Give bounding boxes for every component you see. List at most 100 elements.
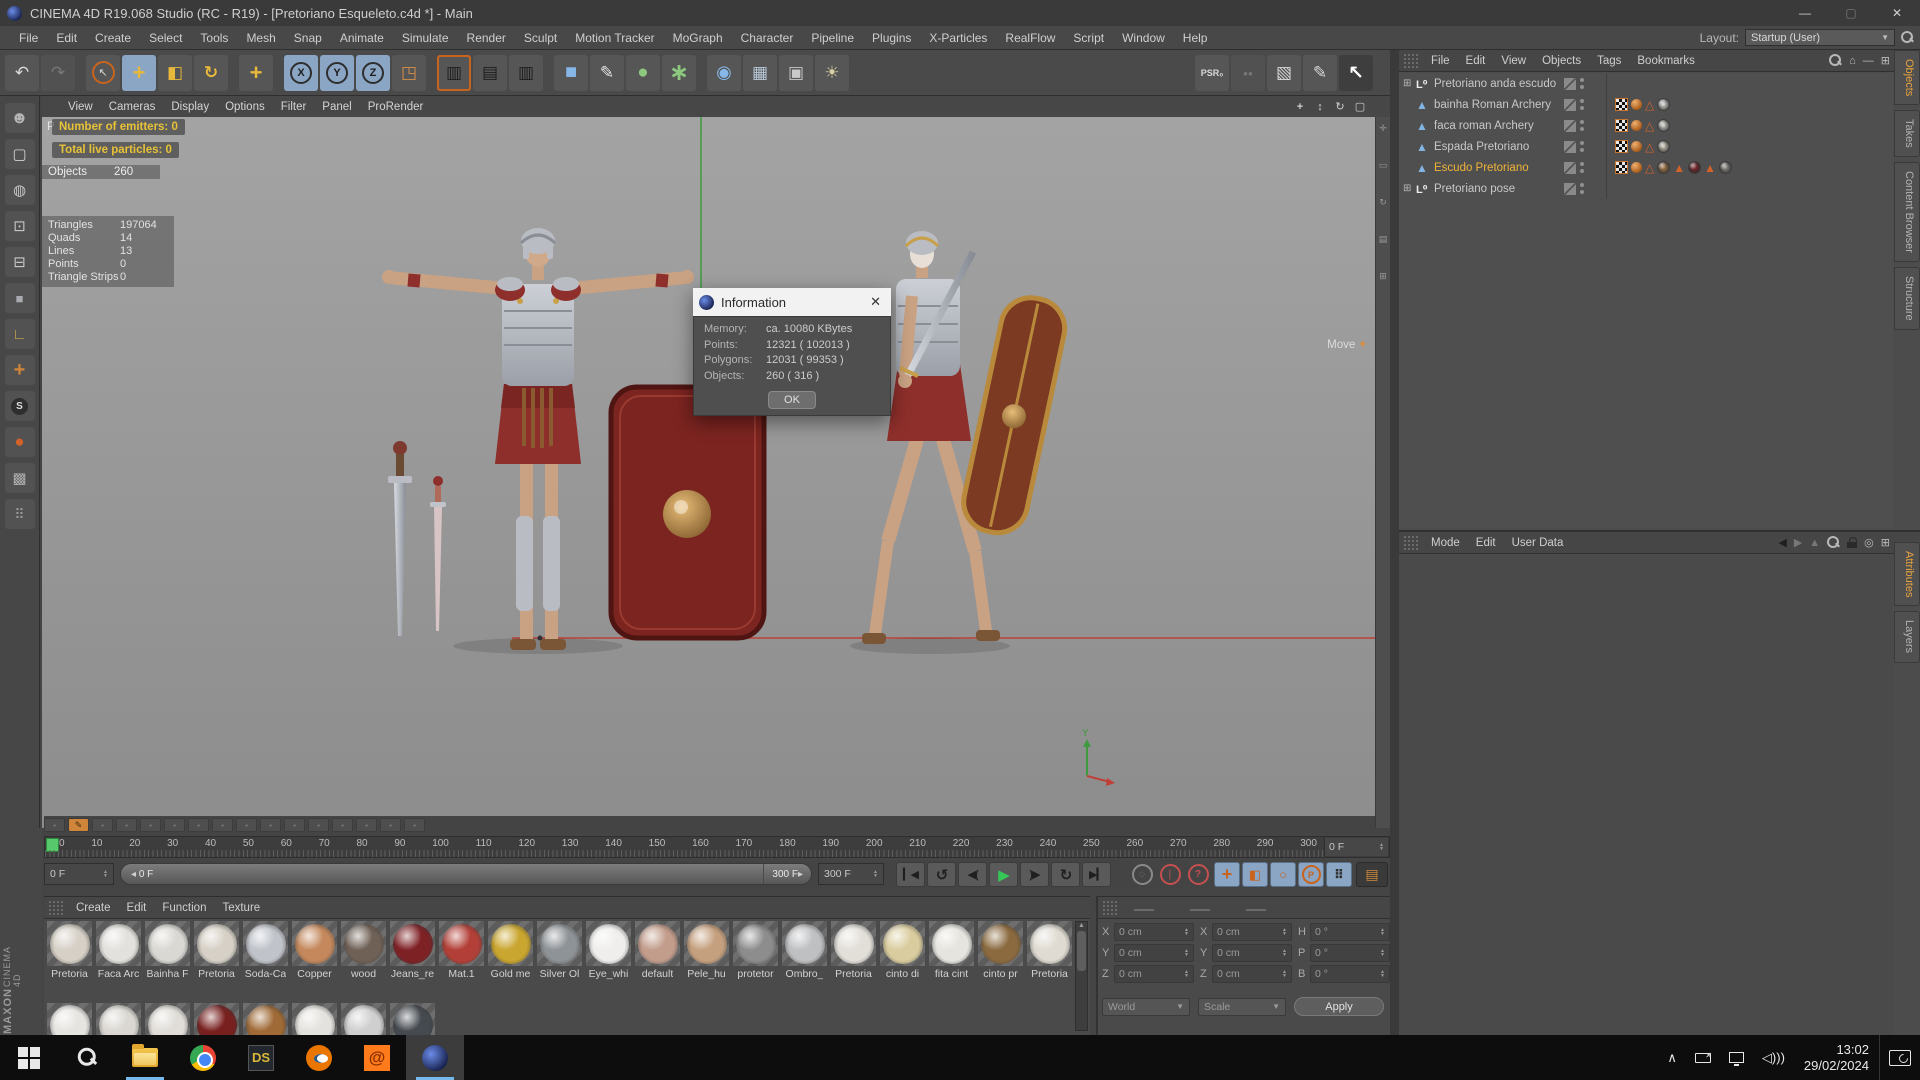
key-rotation-icon[interactable] <box>1270 862 1296 887</box>
object-manager-menu-item[interactable]: File <box>1423 55 1458 67</box>
anim-tool-icon[interactable] <box>380 818 401 832</box>
object-tag-icon[interactable] <box>1645 98 1654 112</box>
file-explorer-button[interactable] <box>116 1035 174 1080</box>
object-tag-icon[interactable] <box>1657 140 1671 153</box>
object-row[interactable]: Pretoriano pose <box>1399 178 1893 199</box>
workplane-icon[interactable] <box>4 319 35 349</box>
redo-icon[interactable] <box>41 54 75 91</box>
menu-item[interactable]: Character <box>732 31 803 45</box>
material-item[interactable] <box>193 1003 240 1035</box>
question-icon[interactable] <box>1186 863 1210 887</box>
material-item[interactable] <box>242 1003 289 1035</box>
model-mode-icon[interactable] <box>4 139 35 169</box>
strip-move-icon[interactable]: ✛ <box>1379 123 1387 134</box>
object-tag-icon[interactable] <box>1615 161 1628 174</box>
material-menu-item[interactable]: Edit <box>119 902 155 914</box>
chrome-button[interactable] <box>174 1035 232 1080</box>
ruler-frame-spinner[interactable]: 0 F ▲ ▼ <box>1324 838 1388 856</box>
drag-grip[interactable] <box>48 899 64 916</box>
psr-icon[interactable] <box>1195 55 1229 91</box>
search-icon[interactable] <box>1901 31 1914 44</box>
material-item[interactable]: Pretoria <box>193 921 240 980</box>
layer-box-icon[interactable] <box>1564 140 1576 153</box>
anim-tool-icon[interactable] <box>404 818 425 832</box>
anim-tool-icon[interactable] <box>356 818 377 832</box>
coordinate-field[interactable]: 0 cm ▲ ▼ <box>1212 923 1292 941</box>
material-item[interactable] <box>144 1003 191 1035</box>
material-item[interactable]: Gold me <box>487 921 534 980</box>
menu-item[interactable]: MoGraph <box>664 31 732 45</box>
layer-box-icon[interactable] <box>1564 119 1576 132</box>
dock-tab[interactable]: Attributes <box>1894 542 1920 607</box>
viewport-menu-item[interactable]: Cameras <box>101 101 164 113</box>
taskbar-search-button[interactable] <box>58 1035 116 1080</box>
material-item[interactable] <box>95 1003 142 1035</box>
primitive-cube-icon[interactable] <box>554 54 588 91</box>
y-axis-icon[interactable] <box>320 54 354 91</box>
anim-tool-icon[interactable] <box>236 818 257 832</box>
object-manager-menu-item[interactable]: View <box>1493 55 1534 67</box>
blender-button[interactable] <box>290 1035 348 1080</box>
menu-item[interactable]: Window <box>1113 31 1174 45</box>
menu-item[interactable]: Script <box>1064 31 1113 45</box>
viewport-menu-item[interactable]: Panel <box>314 101 359 113</box>
coordinate-field[interactable]: 0 cm ▲ ▼ <box>1212 965 1292 983</box>
menu-item[interactable]: Tools <box>191 31 237 45</box>
live-selection-icon[interactable] <box>86 54 120 91</box>
menu-item[interactable]: Edit <box>47 31 86 45</box>
maximize-button[interactable]: ▢ <box>1828 0 1874 26</box>
object-manager-menu-item[interactable]: Objects <box>1534 55 1589 67</box>
viewport-menu-item[interactable]: Display <box>163 101 217 113</box>
find-icon[interactable] <box>1829 54 1842 67</box>
cinema4d-taskbar-button[interactable] <box>406 1035 464 1080</box>
material-item[interactable]: Eye_whi <box>585 921 632 980</box>
material-item[interactable]: Copper <box>291 921 338 980</box>
rotate-view-icon[interactable] <box>1332 99 1348 115</box>
viewport-menu-item[interactable]: Filter <box>273 101 315 113</box>
light-icon[interactable] <box>815 54 849 91</box>
object-tag-icon[interactable] <box>1673 161 1685 175</box>
strip-rotate-icon[interactable]: ↻ <box>1379 197 1387 208</box>
viewport[interactable]: Y View Cameras Display Options Filter Panel Pr… <box>42 96 1390 828</box>
texture-mode-icon[interactable] <box>4 175 35 205</box>
dock-tab[interactable]: Layers <box>1894 611 1920 663</box>
coordinate-field[interactable]: 0 cm ▲ ▼ <box>1114 923 1194 941</box>
keyframe-icon[interactable] <box>1158 863 1182 887</box>
anim-tool-icon[interactable] <box>260 818 281 832</box>
timeline-ruler[interactable]: 0 10 20 30 40 50 60 70 80 90 100 110 120 130 140 150 160… <box>44 836 1390 858</box>
material-menu-item[interactable]: Function <box>154 902 214 914</box>
menu-item[interactable]: Plugins <box>863 31 920 45</box>
viewport-canvas[interactable]: Y <box>42 96 1390 828</box>
speaker-icon[interactable]: ◁))) <box>1753 1050 1794 1066</box>
scale-tool-icon[interactable] <box>158 54 192 91</box>
separator[interactable] <box>428 55 435 91</box>
anim-tool-icon[interactable] <box>44 818 65 832</box>
coord-system-icon[interactable] <box>392 54 426 91</box>
object-tag-icon[interactable] <box>1704 161 1716 175</box>
subdivision-icon[interactable] <box>626 54 660 91</box>
material-menu-item[interactable]: Create <box>68 902 119 914</box>
attribute-menu-item[interactable]: Edit <box>1468 537 1504 549</box>
menu-item[interactable]: Help <box>1174 31 1217 45</box>
material-item[interactable]: Bainha F <box>144 921 191 980</box>
strip-grid-icon[interactable]: ▤ <box>1379 234 1388 245</box>
menu-item[interactable]: RealFlow <box>996 31 1064 45</box>
object-row[interactable]: Espada Pretoriano <box>1399 136 1893 157</box>
object-tag-icon[interactable] <box>1631 162 1642 173</box>
material-item[interactable]: Jeans_re <box>389 921 436 980</box>
daz-studio-button[interactable]: DS <box>232 1035 290 1080</box>
anim-tool-icon[interactable] <box>140 818 161 832</box>
object-row[interactable]: Escudo Pretoriano <box>1399 157 1893 178</box>
brush-icon[interactable] <box>1303 55 1337 91</box>
drag-grip[interactable] <box>1403 52 1419 69</box>
visibility-dots[interactable] <box>1564 98 1606 111</box>
material-menu-item[interactable]: Texture <box>214 902 268 914</box>
object-tag-icon[interactable] <box>1657 119 1671 132</box>
object-tag-icon[interactable] <box>1719 161 1733 174</box>
material-item[interactable]: Pretoria <box>830 921 877 980</box>
timeline-slider[interactable]: 0 F 300 F <box>120 863 812 885</box>
goto-end-icon[interactable] <box>1082 862 1111 887</box>
ok-button[interactable]: OK <box>768 391 816 409</box>
material-item[interactable]: protetor <box>732 921 779 980</box>
anim-tool-icon[interactable] <box>308 818 329 832</box>
